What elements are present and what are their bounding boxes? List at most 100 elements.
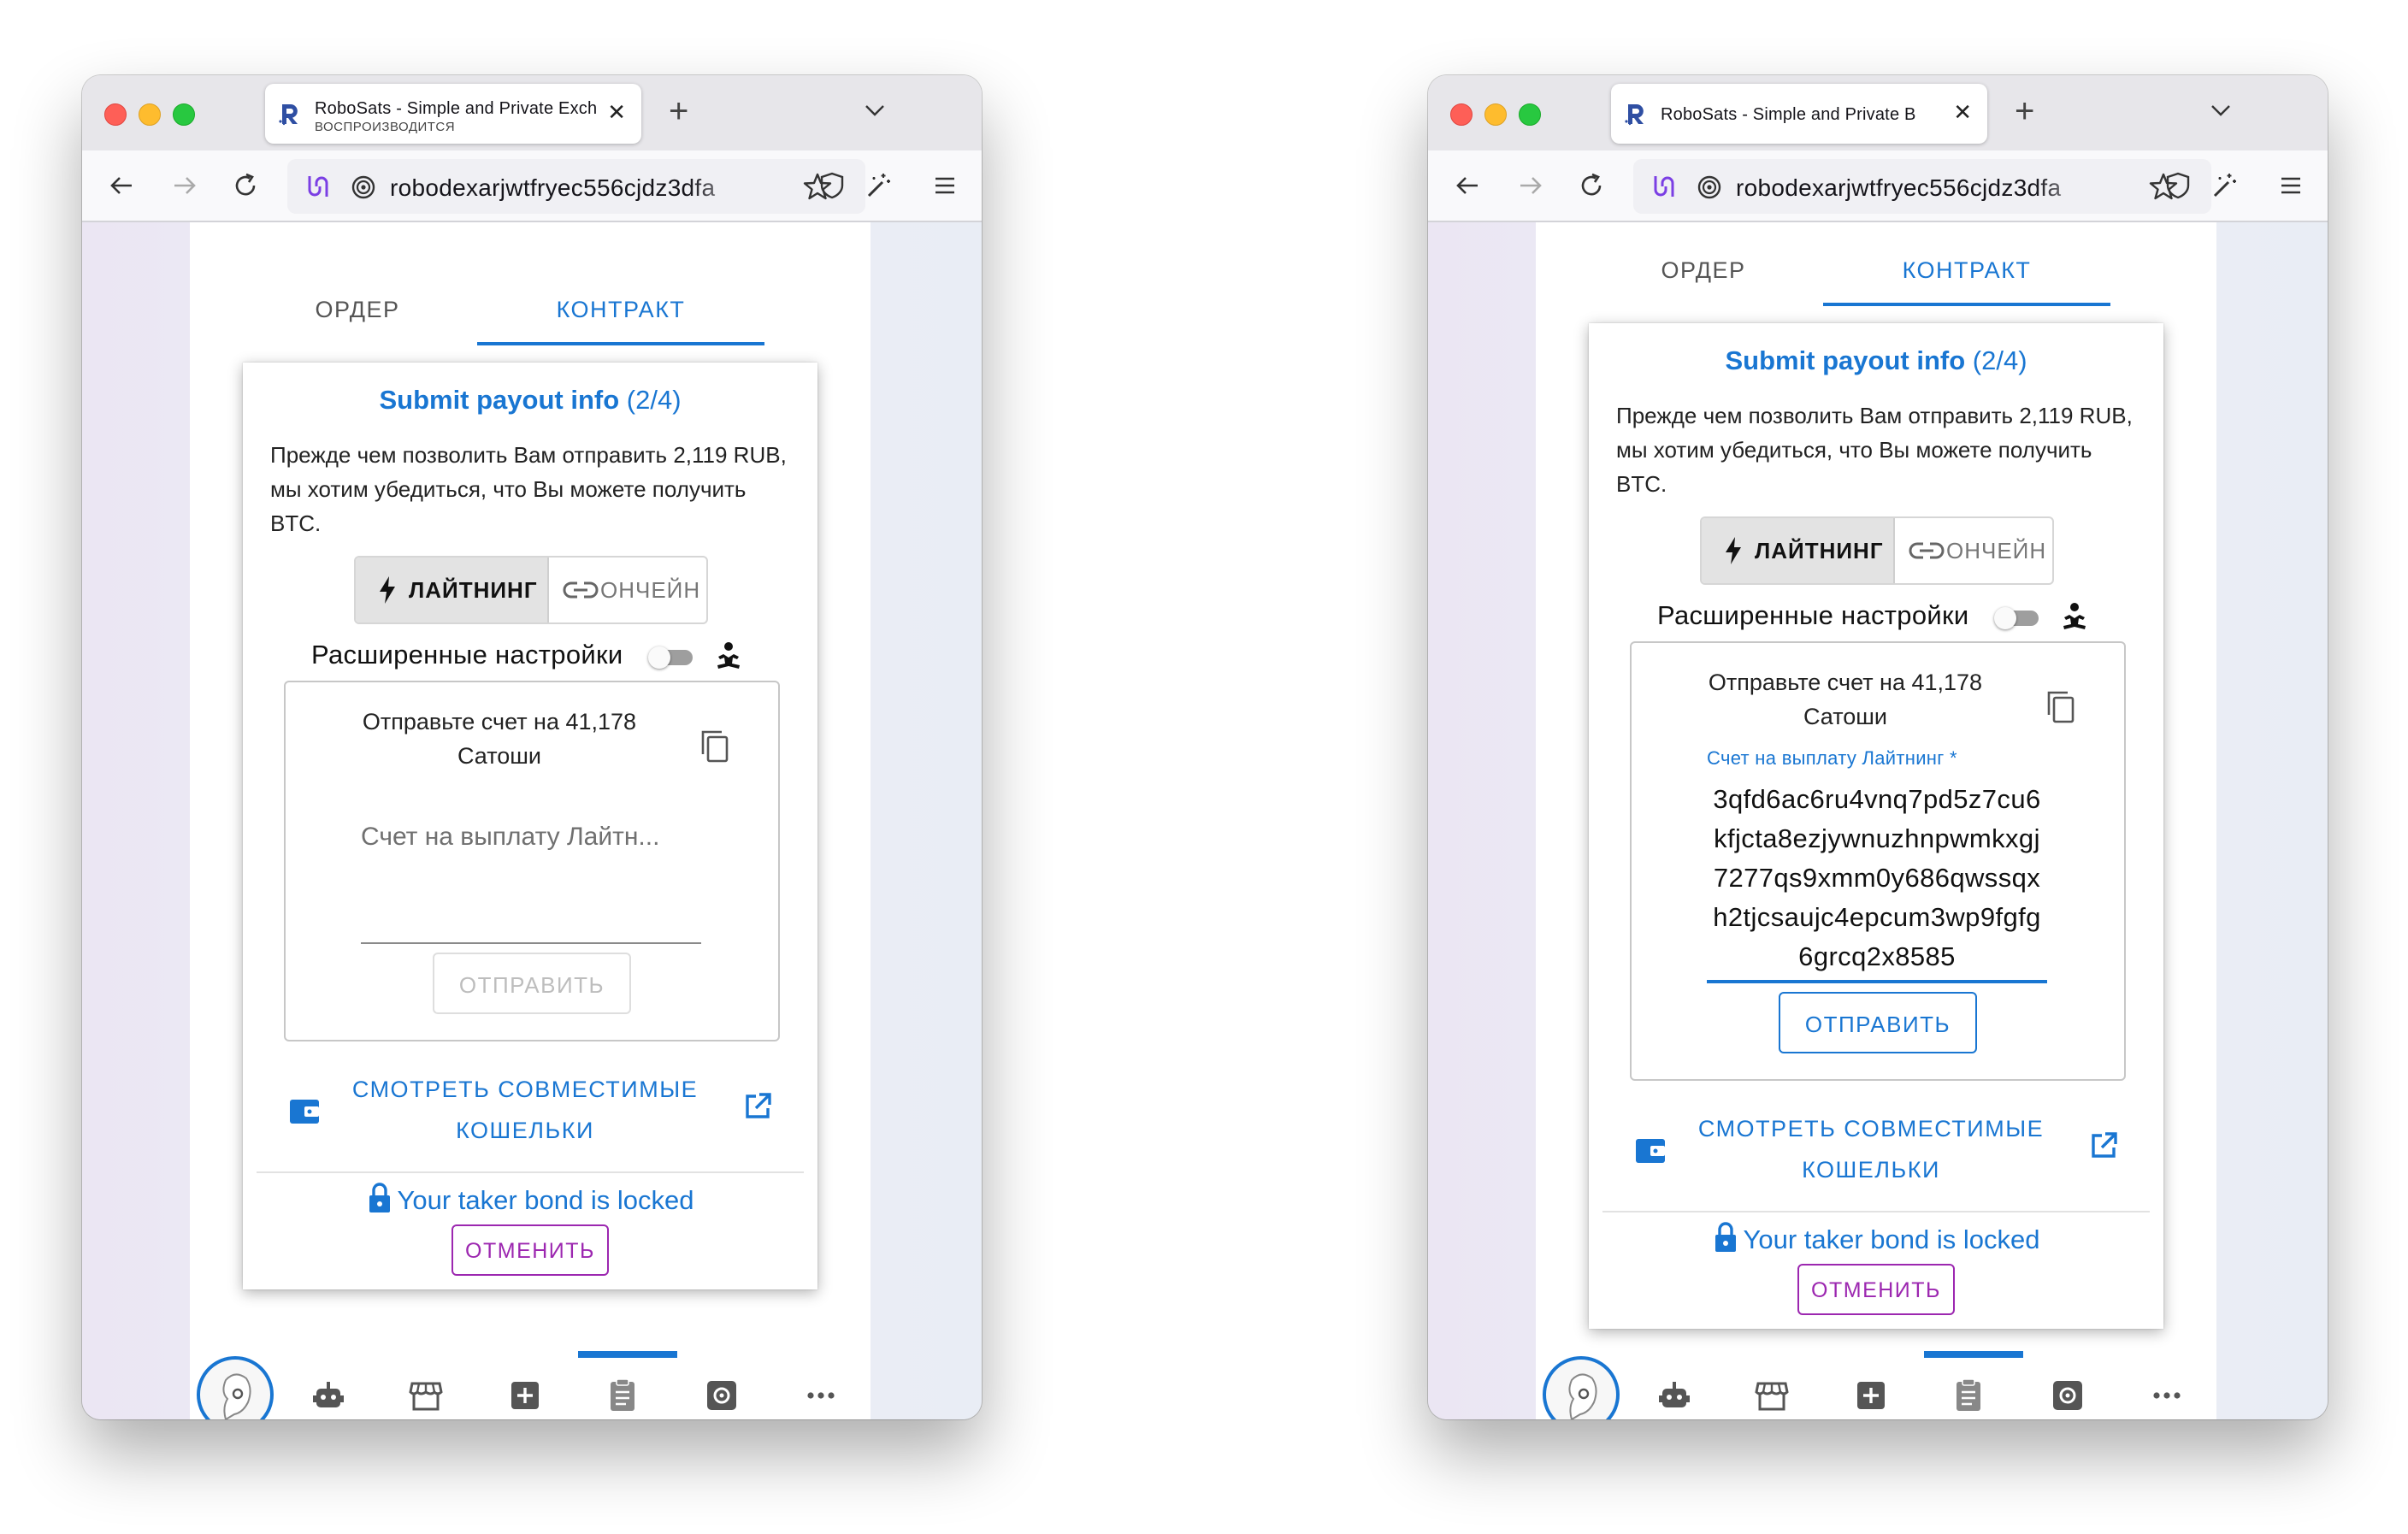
- wallet-icon: [1636, 1139, 1665, 1163]
- order-clipboard-icon[interactable]: [604, 1377, 641, 1414]
- cancel-button[interactable]: ОТМЕНИТЬ: [452, 1224, 609, 1276]
- send-invoice-amount: Отправьте счет на 41,178 Сатоши: [1708, 670, 1983, 729]
- tab-list-chevron-down-icon[interactable]: [862, 97, 888, 123]
- robot-avatar[interactable]: [197, 1356, 274, 1419]
- settings-gear-icon[interactable]: [2049, 1377, 2086, 1414]
- advanced-settings-switch[interactable]: [648, 646, 696, 669]
- forward-arrow-icon[interactable]: [1514, 169, 1546, 202]
- robosats-page: ОРДЕР КОНТРАКТ Submit payout info (2/4) …: [190, 222, 871, 1419]
- tab-order[interactable]: ОРДЕР: [214, 274, 501, 345]
- extensions-wand-icon[interactable]: [862, 169, 894, 202]
- shield-icon[interactable]: [816, 169, 848, 202]
- hamburger-menu-icon[interactable]: [929, 169, 961, 202]
- new-tab-icon[interactable]: +: [669, 94, 688, 128]
- minimize-window-button[interactable]: [139, 103, 161, 126]
- bond-status-text: Your taker bond is locked: [1743, 1224, 2040, 1254]
- payout-card: Submit payout info (2/4) Прежде чем позв…: [243, 363, 817, 1289]
- settings-gear-icon[interactable]: [703, 1377, 741, 1414]
- navigation-toolbar: robodexarjwtfryec556cjdz3dfa: [82, 150, 982, 222]
- more-horizontal-icon[interactable]: [2148, 1377, 2186, 1414]
- extensions-wand-icon[interactable]: [2208, 169, 2240, 202]
- address-bar[interactable]: robodexarjwtfryec556cjdz3dfa: [287, 159, 865, 214]
- robot-avatar[interactable]: [1543, 1356, 1620, 1419]
- order-contract-tabs: ОРДЕР КОНТРАКТ: [1536, 234, 2216, 306]
- payout-method-toggle: ЛАЙТНИНГ ОНЧЕЙН: [354, 556, 708, 624]
- close-window-button[interactable]: [104, 103, 127, 126]
- lightning-invoice-input[interactable]: 3qfd6ac6ru4vnq7pd5z7cu6kfjcta8ezjywnuzhn…: [1707, 780, 2047, 976]
- submit-invoice-button[interactable]: ОТПРАВИТЬ: [1779, 992, 1977, 1053]
- order-clipboard-icon[interactable]: [1950, 1377, 1987, 1414]
- copy-icon[interactable]: [2044, 689, 2078, 727]
- page-viewport: ОРДЕР КОНТРАКТ Submit payout info (2/4) …: [82, 222, 982, 1419]
- advanced-settings-switch[interactable]: [1994, 607, 2042, 629]
- robosats-favicon-icon: [1625, 104, 1644, 126]
- navigation-toolbar: robodexarjwtfryec556cjdz3dfa: [1428, 150, 2328, 222]
- new-tab-icon[interactable]: +: [2015, 94, 2034, 128]
- more-horizontal-icon[interactable]: [802, 1377, 840, 1414]
- forward-arrow-icon[interactable]: [168, 169, 200, 202]
- back-arrow-icon[interactable]: [1452, 169, 1484, 202]
- payout-description: Прежде чем позволить Вам отправить 2,119…: [270, 442, 787, 536]
- minimize-window-button[interactable]: [1484, 103, 1507, 126]
- payout-method-toggle: ЛАЙТНИНГ ОНЧЕЙН: [1700, 516, 2054, 585]
- tab-list-chevron-down-icon[interactable]: [2208, 97, 2234, 123]
- market-storefront-icon[interactable]: [1753, 1377, 1791, 1414]
- self-improvement-meditation-icon: [717, 642, 740, 669]
- address-bar[interactable]: robodexarjwtfryec556cjdz3dfa: [1633, 159, 2211, 214]
- onchain-toggle-button[interactable]: ОНЧЕЙН: [1895, 518, 2052, 583]
- bottom-navigation: [1536, 1351, 2216, 1419]
- card-title: Submit payout info (2/4): [379, 385, 682, 415]
- lightning-invoice-label: Счет на выплату Лайтнинг *: [1707, 747, 1957, 769]
- create-order-plus-icon[interactable]: [1852, 1377, 1890, 1414]
- tab-close-icon[interactable]: ✕: [1953, 101, 1972, 123]
- tab-playing-status: ВОСПРОИЗВОДИТСЯ: [315, 120, 456, 134]
- link-chain-icon: [563, 581, 599, 599]
- robot-icon[interactable]: [1656, 1377, 1693, 1414]
- lightning-invoice-input[interactable]: Счет на выплату Лайтн...: [361, 823, 703, 852]
- tab-bar: RoboSats - Simple and Private B ✕ +: [1428, 75, 2328, 150]
- robot-icon[interactable]: [310, 1377, 347, 1414]
- back-arrow-icon[interactable]: [106, 169, 139, 202]
- browser-window-right: RoboSats - Simple and Private B ✕ + robo…: [1428, 75, 2328, 1419]
- tab-contract[interactable]: КОНТРАКТ: [1823, 234, 2110, 306]
- reload-icon[interactable]: [229, 169, 262, 202]
- wallets-link-text[interactable]: СМОТРЕТЬ СОВМЕСТИМЫЕ КОШЕЛЬКИ: [345, 1069, 705, 1151]
- lock-icon: [369, 1183, 390, 1212]
- open-in-new-icon: [746, 1093, 771, 1118]
- lock-icon: [1715, 1222, 1736, 1252]
- wallets-link-text[interactable]: СМОТРЕТЬ СОВМЕСТИМЫЕ КОШЕЛЬКИ: [1691, 1108, 2051, 1190]
- shield-icon[interactable]: [2162, 169, 2194, 202]
- tab-title: RoboSats - Simple and Private Exchange: [315, 99, 597, 118]
- tab-order[interactable]: ОРДЕР: [1560, 234, 1847, 306]
- bond-status-text: Your taker bond is locked: [397, 1185, 694, 1215]
- invoice-box: Отправьте счет на 41,178 Сатоши Счет на …: [1630, 641, 2126, 1081]
- lightning-toggle-button[interactable]: ЛАЙТНИНГ: [356, 558, 549, 622]
- lightning-toggle-button[interactable]: ЛАЙТНИНГ: [1702, 518, 1895, 583]
- fullscreen-window-button[interactable]: [173, 103, 195, 126]
- link-chain-icon: [1909, 542, 1945, 559]
- hamburger-menu-icon[interactable]: [2275, 169, 2307, 202]
- market-storefront-icon[interactable]: [407, 1377, 445, 1414]
- onion-site-icon[interactable]: [351, 173, 376, 200]
- onion-site-icon[interactable]: [1697, 173, 1722, 200]
- compatible-wallets-link[interactable]: СМОТРЕТЬ СОВМЕСТИМЫЕ КОШЕЛЬКИ: [243, 1067, 817, 1153]
- close-window-button[interactable]: [1450, 103, 1473, 126]
- submit-invoice-button[interactable]: ОТПРАВИТЬ: [433, 953, 631, 1014]
- create-order-plus-icon[interactable]: [506, 1377, 544, 1414]
- tor-extension-icon[interactable]: [303, 171, 333, 202]
- advanced-settings-label: Расширенные настройки: [1657, 600, 1969, 630]
- order-contract-tabs: ОРДЕР КОНТРАКТ: [190, 274, 871, 345]
- tor-extension-icon[interactable]: [1649, 171, 1679, 202]
- compatible-wallets-link[interactable]: СМОТРЕТЬ СОВМЕСТИМЫЕ КОШЕЛЬКИ: [1589, 1106, 2163, 1192]
- copy-icon[interactable]: [698, 729, 732, 766]
- tab-close-icon[interactable]: ✕: [607, 101, 626, 123]
- onchain-toggle-button[interactable]: ОНЧЕЙН: [549, 558, 706, 622]
- cancel-button[interactable]: ОТМЕНИТЬ: [1797, 1264, 1955, 1315]
- fullscreen-window-button[interactable]: [1519, 103, 1541, 126]
- reload-icon[interactable]: [1575, 169, 1608, 202]
- browser-tab-robosats[interactable]: RoboSats - Simple and Private Exchange В…: [265, 84, 641, 144]
- tab-contract[interactable]: КОНТРАКТ: [477, 274, 764, 345]
- wallet-icon: [290, 1100, 319, 1124]
- browser-tab-robosats[interactable]: RoboSats - Simple and Private B ✕: [1611, 84, 1987, 144]
- advanced-settings-row: Расширенные настройки: [243, 638, 817, 676]
